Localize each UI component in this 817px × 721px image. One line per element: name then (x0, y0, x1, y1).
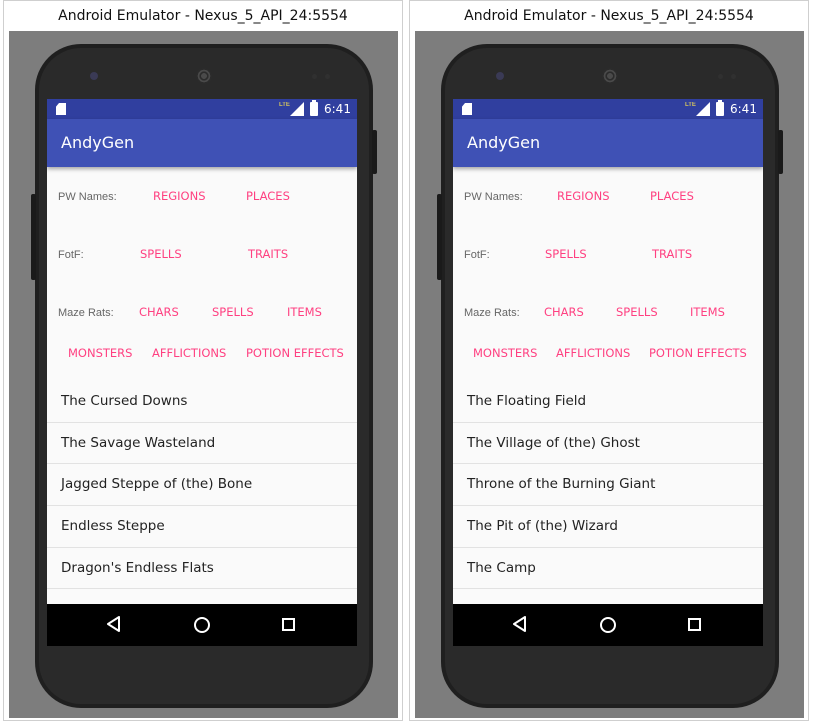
maze-rats-label: Maze Rats: (58, 307, 114, 319)
status-time: 6:41 (730, 102, 757, 116)
places-button[interactable]: PLACES (246, 189, 290, 203)
fotf-label: FotF: (464, 249, 490, 261)
app-bar: AndyGen (453, 119, 763, 167)
app-bar: AndyGen (47, 119, 357, 167)
potion-effects-button[interactable]: POTION EFFECTS (246, 346, 344, 360)
lte-label: LTE (279, 102, 290, 108)
places-button[interactable]: PLACES (650, 189, 694, 203)
emulator-window-1: Android Emulator - Nexus_5_API_24:5554 L… (3, 0, 403, 721)
pw-names-row: PW Names: REGIONS PLACES (453, 187, 763, 207)
chars-button[interactable]: CHARS (544, 305, 584, 319)
status-bar: LTE 6:41 (453, 99, 763, 119)
window-title: Android Emulator - Nexus_5_API_24:5554 (58, 8, 348, 24)
traits-button[interactable]: TRAITS (248, 247, 288, 261)
list-item[interactable]: Dragon's Endless Flats (47, 548, 357, 590)
home-circle-icon[interactable] (600, 617, 616, 633)
fotf-row: FotF: SPELLS TRAITS (47, 245, 357, 265)
app-title: AndyGen (61, 133, 135, 152)
back-triangle-icon[interactable] (107, 616, 121, 632)
earpiece-speaker-icon (196, 68, 212, 84)
power-button[interactable] (372, 130, 377, 174)
status-bar: LTE 6:41 (47, 99, 357, 119)
list-item[interactable]: The Floating Field (453, 381, 763, 423)
list-item[interactable]: The Cursed Downs (47, 381, 357, 423)
light-sensor-icon (325, 74, 330, 79)
navigation-bar (47, 604, 357, 646)
monsters-button[interactable]: MONSTERS (473, 346, 537, 360)
emulator-window-2: Android Emulator - Nexus_5_API_24:5554 L… (409, 0, 809, 721)
list-item[interactable]: The Village of (the) Ghost (453, 423, 763, 465)
pw-names-label: PW Names: (464, 191, 523, 203)
afflictions-button[interactable]: AFFLICTIONS (556, 346, 630, 360)
phone-body: LTE 6:41 AndyGen PW Names: REGIONS PLACE… (31, 44, 377, 708)
device-screen: LTE 6:41 AndyGen PW Names: REGIONS PLACE… (47, 99, 357, 646)
cell-signal-icon (290, 102, 304, 116)
regions-button[interactable]: REGIONS (557, 189, 610, 203)
fotf-spells-button[interactable]: SPELLS (140, 247, 182, 261)
maze-spells-button[interactable]: SPELLS (212, 305, 254, 319)
lte-label: LTE (685, 102, 696, 108)
maze-rats-extra-row: MONSTERS AFFLICTIONS POTION EFFECTS (47, 344, 357, 364)
potion-effects-button[interactable]: POTION EFFECTS (649, 346, 747, 360)
items-button[interactable]: ITEMS (690, 305, 725, 319)
maze-spells-button[interactable]: SPELLS (616, 305, 658, 319)
proximity-sensor-icon (312, 74, 317, 79)
list-item[interactable]: The Pit of (the) Wizard (453, 506, 763, 548)
earpiece-speaker-icon (602, 68, 618, 84)
light-sensor-icon (731, 74, 736, 79)
recents-square-icon[interactable] (688, 618, 701, 631)
pw-names-label: PW Names: (58, 191, 117, 203)
chars-button[interactable]: CHARS (139, 305, 179, 319)
fotf-label: FotF: (58, 249, 84, 261)
window-title: Android Emulator - Nexus_5_API_24:5554 (464, 8, 754, 24)
device-screen: LTE 6:41 AndyGen PW Names: REGIONS PLACE… (453, 99, 763, 646)
emulator-frame: LTE 6:41 AndyGen PW Names: REGIONS PLACE… (415, 31, 804, 718)
list-item[interactable]: The Savage Wasteland (47, 423, 357, 465)
volume-button[interactable] (31, 194, 36, 280)
sd-card-icon (56, 103, 66, 115)
power-button[interactable] (778, 130, 783, 174)
monsters-button[interactable]: MONSTERS (68, 346, 132, 360)
front-camera-icon (90, 72, 98, 80)
phone-body: LTE 6:41 AndyGen PW Names: REGIONS PLACE… (437, 44, 783, 708)
regions-button[interactable]: REGIONS (153, 189, 206, 203)
battery-icon (310, 100, 318, 116)
list-item[interactable]: Throne of the Burning Giant (453, 464, 763, 507)
maze-rats-extra-row: MONSTERS AFFLICTIONS POTION EFFECTS (453, 344, 763, 364)
recents-square-icon[interactable] (282, 618, 295, 631)
fotf-spells-button[interactable]: SPELLS (545, 247, 587, 261)
list-item[interactable]: Endless Steppe (47, 506, 357, 548)
home-circle-icon[interactable] (194, 617, 210, 633)
front-camera-icon (496, 72, 504, 80)
sd-card-icon (462, 103, 472, 115)
app-title: AndyGen (467, 133, 541, 152)
volume-button[interactable] (437, 194, 442, 280)
maze-rats-label: Maze Rats: (464, 307, 520, 319)
list-item[interactable]: The Camp (453, 548, 763, 590)
items-button[interactable]: ITEMS (287, 305, 322, 319)
traits-button[interactable]: TRAITS (652, 247, 692, 261)
maze-rats-row: Maze Rats: CHARS SPELLS ITEMS (47, 303, 357, 323)
navigation-bar (453, 604, 763, 646)
list-item[interactable]: Jagged Steppe of (the) Bone (47, 464, 357, 507)
proximity-sensor-icon (718, 74, 723, 79)
emulator-frame: LTE 6:41 AndyGen PW Names: REGIONS PLACE… (9, 31, 398, 718)
results-list: The Floating Field The Village of (the) … (453, 381, 763, 590)
maze-rats-row: Maze Rats: CHARS SPELLS ITEMS (453, 303, 763, 323)
fotf-row: FotF: SPELLS TRAITS (453, 245, 763, 265)
back-triangle-icon[interactable] (513, 616, 527, 632)
afflictions-button[interactable]: AFFLICTIONS (152, 346, 226, 360)
cell-signal-icon (696, 102, 710, 116)
battery-icon (716, 100, 724, 116)
status-time: 6:41 (324, 102, 351, 116)
results-list: The Cursed Downs The Savage Wasteland Ja… (47, 381, 357, 590)
pw-names-row: PW Names: REGIONS PLACES (47, 187, 357, 207)
